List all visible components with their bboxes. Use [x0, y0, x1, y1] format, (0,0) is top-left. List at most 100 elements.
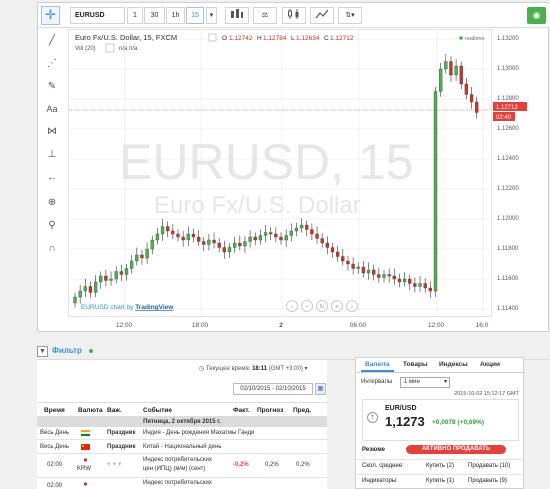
- current-time: ◷ Текущее время: 18:11 (GMT +3:00) ▾: [199, 366, 308, 372]
- candle-body: [475, 101, 479, 113]
- text-icon[interactable]: Aa: [44, 101, 60, 117]
- candle-body: [418, 283, 422, 287]
- tab-commodities[interactable]: Товары: [399, 358, 432, 372]
- price-tick-label: 1.11400: [497, 306, 519, 312]
- chart-widget: ✛ EURUSD 1 30 1h 15 ▾ ⚖ ⇅▾ ◉ ╱ ⋰ ✎ Aa ⋈ …: [37, 2, 550, 332]
- time-tick-label: 12:00: [428, 322, 445, 329]
- candle-body: [356, 266, 360, 269]
- arrow-left-icon[interactable]: ←: [44, 170, 60, 186]
- measure-icon[interactable]: ⊥: [44, 147, 60, 163]
- candle-body: [310, 229, 314, 235]
- candle-body: [176, 233, 180, 238]
- indicators-row: Индикаторы: Купить (1) Продавать (9): [356, 474, 525, 487]
- chevron-down-icon: ▾: [443, 379, 447, 385]
- chart-style-icon[interactable]: [282, 7, 306, 24]
- price-chart[interactable]: EURUSD, 15 Euro Fx/U.S. Dollar Euro Fx/U…: [68, 29, 492, 317]
- time-tick-label: 2: [279, 322, 283, 329]
- candle-body: [387, 274, 391, 277]
- table-row[interactable]: 02:00 KRW ▾ ▾ ▾ Индекс потребительских ц…: [37, 454, 327, 478]
- fib-icon[interactable]: ⋰: [44, 56, 60, 72]
- candle-body: [325, 242, 330, 248]
- tab-indices[interactable]: Индексы: [435, 358, 472, 372]
- china-flag-icon: [81, 444, 90, 450]
- candle-body: [140, 254, 144, 259]
- quote-box[interactable]: ↑ EUR/USD 1,1273 +0,0078 (+0,69%): [362, 399, 519, 441]
- price-axis[interactable]: 1.13200 1.13000 1.12800 1.12600 1.12400 1.122…: [493, 29, 549, 317]
- price-tick-label: 1.12000: [497, 216, 519, 222]
- legend-settings-icon[interactable]: [208, 33, 217, 42]
- zoom-icon[interactable]: ⊕: [44, 195, 60, 211]
- compare-icon[interactable]: [225, 7, 249, 24]
- date-range-input[interactable]: 02/10/2015 - 02/10/2015: [233, 383, 313, 395]
- table-row[interactable]: Весь День Праздник Индия - День рождения…: [37, 427, 327, 440]
- legend-title: Euro Fx/U.S. Dollar, 15, FXCM: [75, 33, 177, 42]
- price-tick-label: 1.12400: [497, 156, 519, 162]
- candle-body: [382, 274, 386, 278]
- interval-30-button[interactable]: 30: [144, 7, 165, 24]
- quote-change: +0,0078 (+0,69%): [432, 419, 485, 426]
- filter-active-dot: [89, 349, 93, 353]
- interval-1-button[interactable]: 1: [127, 7, 143, 24]
- interval-select[interactable]: 1 мин ▾: [400, 377, 450, 388]
- line-style-icon[interactable]: [310, 7, 334, 24]
- interval-dropdown-icon[interactable]: ▾: [206, 7, 217, 24]
- indicators-icon[interactable]: ⚖: [253, 7, 277, 24]
- volume-settings-icon[interactable]: [105, 43, 115, 53]
- trendline-icon[interactable]: ╱: [44, 33, 60, 49]
- candle-body: [253, 236, 257, 241]
- magnet-icon[interactable]: ∩: [44, 241, 60, 257]
- candle-body: [464, 83, 469, 95]
- candle-body: [361, 266, 366, 274]
- pattern-icon[interactable]: ⋈: [44, 124, 60, 140]
- crosshair-icon[interactable]: ✛: [41, 6, 60, 25]
- legend-volume-values: n/a n/a: [119, 46, 138, 52]
- candle-body: [88, 286, 93, 293]
- candle-body: [232, 242, 237, 248]
- candle-body: [330, 247, 335, 253]
- candle-body: [99, 275, 103, 283]
- quote-symbol: EUR/USD: [385, 405, 417, 412]
- brush-icon[interactable]: ✎: [44, 79, 60, 95]
- magnet-lock-icon[interactable]: ⚲: [44, 218, 60, 234]
- symbol-input[interactable]: EURUSD: [70, 7, 125, 24]
- legend-ohlc: O 1.12742 H1.12784 L1.12634 C1.12712: [222, 35, 354, 42]
- calendar-icon[interactable]: ▦: [315, 383, 326, 395]
- filter-label[interactable]: Фильтр: [52, 346, 82, 355]
- time-tick-label: 12:00: [116, 322, 133, 329]
- more-icon[interactable]: ⇅▾: [338, 7, 362, 24]
- candle-body: [217, 242, 221, 248]
- col-importance: Важ.: [107, 407, 122, 414]
- candle-body: [269, 232, 273, 235]
- candle-body: [202, 241, 206, 245]
- price-tick-label: 1.12800: [497, 96, 519, 102]
- interval-1h-button[interactable]: 1h: [166, 7, 185, 24]
- tab-currency[interactable]: Валюта: [361, 358, 394, 372]
- candle-body: [423, 283, 427, 289]
- svg-text:↻: ↻: [319, 304, 324, 311]
- candle-body: [413, 283, 417, 287]
- camera-icon[interactable]: ◉: [527, 7, 546, 24]
- candle-body: [433, 91, 438, 292]
- candle-body: [279, 236, 283, 241]
- candle-body: [238, 242, 242, 247]
- candle-body: [274, 233, 278, 238]
- candle-body: [196, 236, 201, 242]
- table-row[interactable]: Весь День Праздник Китай - Национальный …: [37, 440, 327, 454]
- candle-body: [351, 263, 355, 269]
- day-header: Пятница, 2 октября 2015 г.: [37, 417, 327, 427]
- tab-stocks[interactable]: Акции: [476, 358, 504, 372]
- countdown-value: 02:40: [496, 115, 512, 121]
- candle-body: [402, 278, 407, 283]
- tz-dropdown-icon[interactable]: ▾: [305, 366, 308, 372]
- watermark-symbol: EURUSD, 15: [119, 134, 414, 190]
- col-actual: Факт.: [233, 407, 250, 414]
- candle-body: [438, 68, 443, 92]
- quote-price: 1,1273: [385, 414, 425, 429]
- attribution: EURUSD chart by TradingView: [81, 304, 174, 311]
- table-row[interactable]: 02:00 Индекс потребительских: [37, 478, 327, 489]
- filter-icon[interactable]: ▼: [37, 346, 48, 357]
- candle-body: [315, 233, 319, 239]
- price-tick-label: 1.11600: [497, 276, 519, 282]
- candle-body: [93, 281, 98, 293]
- interval-15-button[interactable]: 15: [186, 7, 204, 24]
